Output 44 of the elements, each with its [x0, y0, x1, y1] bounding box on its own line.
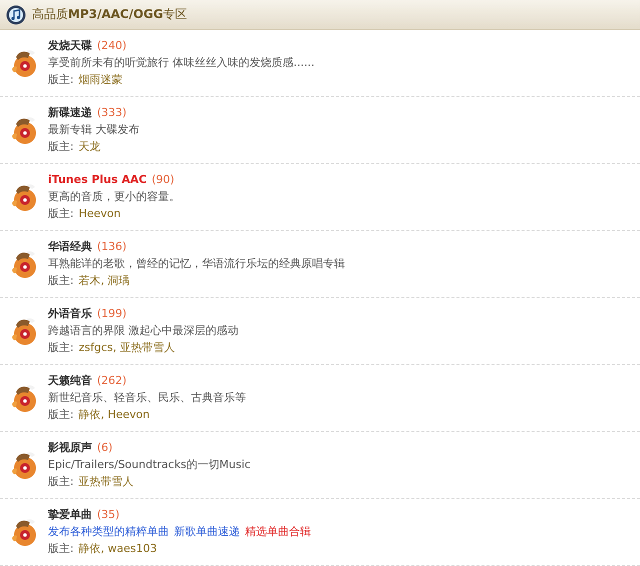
forum-description: 享受前所未有的听觉旅行 体味丝丝入味的发烧质感......	[48, 56, 314, 70]
post-count: (333)	[97, 106, 127, 120]
music-note-icon	[6, 4, 26, 24]
moderator-link[interactable]: 静依, waes103	[78, 542, 157, 556]
post-count: (6)	[97, 441, 113, 455]
moderator-link[interactable]: zsfgcs, 亚热带雪人	[78, 341, 175, 355]
section-title: 高品质MP3/AAC/OGG专区	[32, 6, 188, 23]
moderator-label: 版主:	[48, 140, 74, 154]
forum-description: 更高的音质，更小的容量。	[48, 190, 180, 204]
moderator-label: 版主:	[48, 73, 74, 87]
moderator-label: 版主:	[48, 475, 74, 489]
forum-link[interactable]: 天籁纯音	[48, 374, 92, 388]
forum-description: 新世纪音乐、轻音乐、民乐、古典音乐等	[48, 391, 246, 405]
post-count: (199)	[97, 307, 127, 321]
moderator-link[interactable]: 烟雨迷蒙	[78, 73, 123, 87]
post-count: (90)	[152, 173, 174, 187]
moderator-link[interactable]: 静依, Heevon	[78, 408, 150, 422]
moderator-link[interactable]: 若木, 洞瑀	[78, 274, 130, 288]
moderator-label: 版主:	[48, 341, 74, 355]
forum-link[interactable]: iTunes Plus AAC	[48, 173, 147, 187]
forum-link[interactable]: 发烧天碟	[48, 39, 92, 53]
forum-link[interactable]: 新碟速递	[48, 106, 92, 120]
moderator-link[interactable]: 天龙	[78, 140, 101, 154]
forum-link[interactable]: 华语经典	[48, 240, 92, 254]
moderator-link[interactable]: 亚热带雪人	[78, 475, 134, 489]
forum-description: 最新专辑 大碟发布	[48, 123, 140, 137]
moderator-label: 版主:	[48, 542, 74, 556]
post-count: (262)	[97, 374, 127, 388]
moderator-label: 版主:	[48, 408, 74, 422]
forum-description: Epic/Trailers/Soundtracks的一切Music	[48, 458, 251, 472]
description-link[interactable]: 新歌单曲速递	[174, 525, 240, 539]
description-link[interactable]: 精选单曲合辑	[245, 525, 311, 539]
forum-link[interactable]: 挚爱单曲	[48, 508, 92, 522]
forum-description: 耳熟能详的老歌，曾经的记忆，华语流行乐坛的经典原唱专辑	[48, 257, 345, 271]
forum-link[interactable]: 影视原声	[48, 441, 92, 455]
description-link[interactable]: 发布各种类型的精粹单曲	[48, 525, 169, 539]
post-count: (136)	[97, 240, 127, 254]
moderator-label: 版主:	[48, 207, 74, 221]
post-count: (35)	[97, 508, 120, 522]
moderator-link[interactable]: Heevon	[78, 207, 121, 221]
forum-description: 跨越语言的界限 激起心中最深层的感动	[48, 324, 238, 338]
post-count: (240)	[97, 39, 127, 53]
moderator-label: 版主:	[48, 274, 74, 288]
forum-link[interactable]: 外语音乐	[48, 307, 92, 321]
